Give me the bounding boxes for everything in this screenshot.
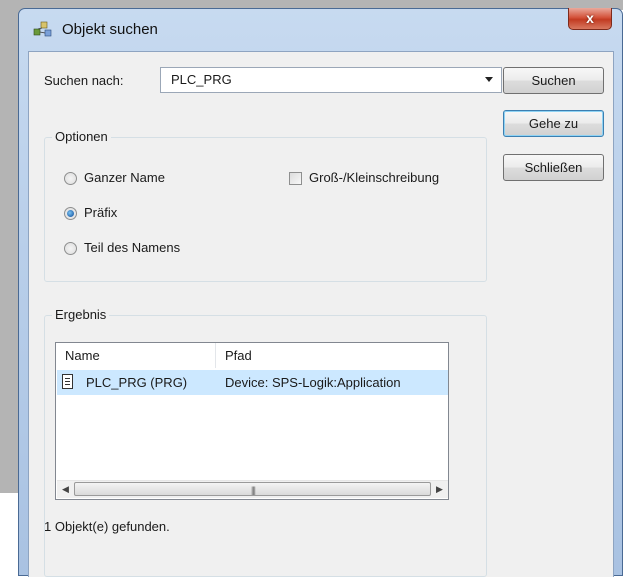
chevron-down-icon[interactable]: [485, 77, 493, 82]
scroll-right-icon[interactable]: ▶: [431, 481, 448, 498]
close-icon: x: [586, 10, 594, 26]
horizontal-scrollbar[interactable]: ◀ ||| ▶: [57, 480, 448, 498]
search-value: PLC_PRG: [171, 72, 232, 87]
case-sensitive-label[interactable]: Groß-/Kleinschreibung: [309, 170, 439, 185]
close-button[interactable]: Schließen: [503, 154, 604, 181]
grip-icon: |||: [251, 485, 256, 495]
search-button[interactable]: Suchen: [503, 67, 604, 94]
search-objects-icon: [33, 21, 52, 37]
status-text: 1 Objekt(e) gefunden.: [44, 519, 170, 534]
options-group: Optionen Ganzer Name Präfix Teil des Nam…: [44, 129, 487, 282]
search-label: Suchen nach:: [44, 73, 124, 88]
scrollbar-thumb[interactable]: |||: [74, 482, 431, 496]
result-group-title: Ergebnis: [52, 307, 110, 322]
radio-prefix[interactable]: [64, 207, 77, 220]
radio-whole-name-label[interactable]: Ganzer Name: [84, 170, 165, 185]
radio-whole-name[interactable]: [64, 172, 77, 185]
table-row[interactable]: PLC_PRG (PRG) Device: SPS-Logik:Applicat…: [57, 370, 448, 395]
radio-prefix-label[interactable]: Präfix: [84, 205, 117, 220]
close-window-button[interactable]: x: [568, 8, 612, 30]
title-bar: Objekt suchen x: [19, 8, 622, 47]
column-header-name[interactable]: Name: [56, 343, 216, 368]
radio-part-of-name-label[interactable]: Teil des Namens: [84, 240, 180, 255]
scroll-left-icon[interactable]: ◀: [57, 481, 74, 498]
options-group-title: Optionen: [52, 129, 111, 144]
goto-button[interactable]: Gehe zu: [503, 110, 604, 137]
column-header-path[interactable]: Pfad: [216, 343, 448, 368]
window-title: Objekt suchen: [62, 21, 158, 38]
radio-part-of-name[interactable]: [64, 242, 77, 255]
dialog-window: Objekt suchen x Suchen nach: PLC_PRG Suc…: [18, 8, 623, 577]
row-name: PLC_PRG (PRG): [86, 375, 188, 390]
case-sensitive-checkbox[interactable]: [289, 172, 302, 185]
result-list[interactable]: Name Pfad PLC_PRG (PRG) Device: SPS-Logi…: [55, 342, 449, 500]
document-icon: [62, 374, 73, 389]
row-path: Device: SPS-Logik:Application: [225, 375, 401, 390]
dialog-client-area: Suchen nach: PLC_PRG Suchen Gehe zu Schl…: [28, 51, 614, 577]
search-combobox[interactable]: PLC_PRG: [160, 67, 502, 93]
